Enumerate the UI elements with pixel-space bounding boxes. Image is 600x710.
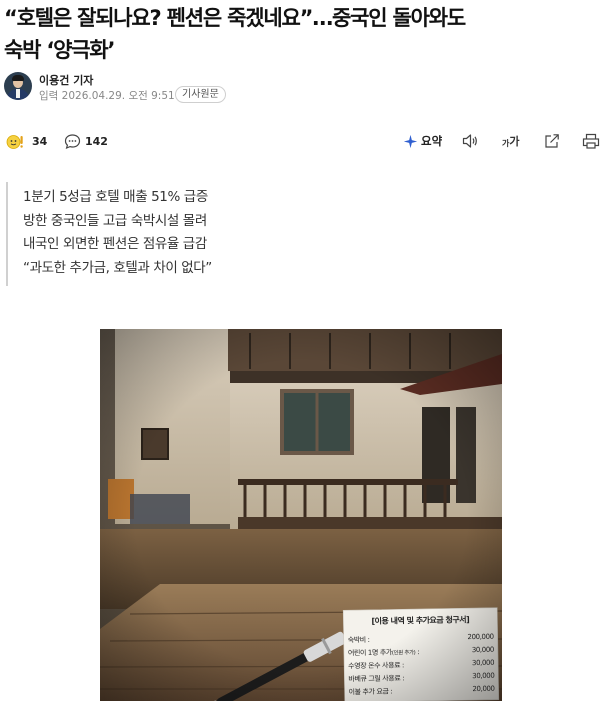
headline-line-2: 숙박 ‘양극화’ — [4, 38, 115, 62]
subheading: “과도한 추가금, 호텔과 차이 없다” — [23, 259, 212, 276]
listen-button[interactable] — [461, 131, 479, 151]
input-label: 입력 — [39, 90, 59, 102]
headline-line-1: “호텔은 잘되나요? 펜션은 죽겠네요”…중국인 돌아와도 — [4, 6, 466, 30]
original-article-button[interactable]: 기사원문 — [175, 86, 226, 103]
summary-sparkle-icon — [403, 134, 418, 148]
receipt-row: 어린이 1명 추가(인원 추가) :30,000 — [347, 645, 494, 658]
article-subheadings: 1분기 5성급 호텔 매출 51% 급증 방한 중국인들 고급 숙박시설 몰려 … — [6, 182, 296, 286]
receipt-row: 수영장 온수 사용료 :30,000 — [348, 658, 495, 671]
summary-button[interactable]: 요약 — [403, 131, 442, 151]
subheading: 방한 중국인들 고급 숙박시설 몰려 — [23, 212, 207, 229]
font-size-icon: 가가 — [502, 135, 520, 148]
emoji-reaction-icon — [6, 134, 23, 149]
article-toolbar: 34 142 요약 가가 — [0, 126, 600, 156]
receipt-title: [이용 내역 및 추가요금 청구서] — [371, 615, 470, 626]
comment-button[interactable]: 142 — [64, 131, 108, 151]
comment-icon — [64, 133, 81, 149]
subheading: 1분기 5성급 호텔 매출 51% 급증 — [23, 189, 208, 205]
receipt-row: 바베큐 그릴 사용료 :30,000 — [348, 671, 495, 684]
article-photo[interactable]: [이용 내역 및 추가요금 청구서] 숙박비 :200,000 어린이 1명 추… — [100, 329, 502, 701]
summary-label: 요약 — [421, 134, 443, 148]
reaction-button[interactable]: 34 — [2, 131, 47, 151]
published-time: 입력 2026.04.29. 오전 9:51 — [39, 88, 175, 103]
article-headline: “호텔은 잘되나요? 펜션은 죽겠네요”…중국인 돌아와도 숙박 ‘양극화’ — [4, 2, 596, 66]
font-size-button[interactable]: 가가 — [502, 131, 520, 151]
share-button[interactable] — [543, 131, 561, 151]
receipt-row: 숙박비 :200,000 — [347, 632, 494, 645]
datetime: 2026.04.29. 오전 9:51 — [61, 90, 175, 102]
speaker-icon — [462, 134, 477, 148]
receipt-row: 이불 추가 요금 :20,000 — [348, 684, 495, 697]
reaction-count: 34 — [32, 134, 48, 148]
reporter-avatar[interactable] — [4, 72, 32, 100]
subheading: 내국인 외면한 펜션은 점유율 급감 — [23, 236, 207, 252]
share-icon — [545, 134, 559, 148]
print-button[interactable] — [582, 131, 600, 151]
print-icon — [582, 133, 600, 149]
reporter-name[interactable]: 이용건 기자 — [39, 72, 93, 88]
byline: 이용건 기자 입력 2026.04.29. 오전 9:51 기사원문 — [4, 72, 404, 103]
comment-count: 142 — [85, 134, 108, 148]
receipt: [이용 내역 및 추가요금 청구서] 숙박비 :200,000 어린이 1명 추… — [347, 614, 495, 701]
